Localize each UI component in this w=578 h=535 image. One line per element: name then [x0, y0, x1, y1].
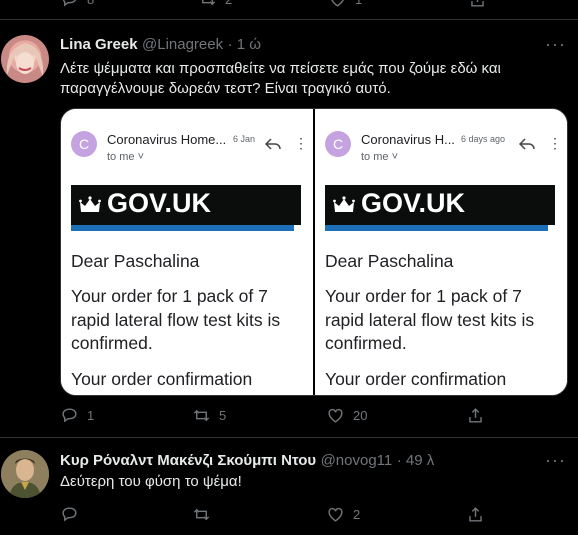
retweet-icon [193, 409, 210, 422]
tweet-text-line: Λέτε ψέμματα και προσπαθείτε να πείσετε … [60, 60, 501, 77]
share-icon [469, 507, 482, 522]
crown-logo [333, 196, 355, 212]
avatar[interactable] [1, 35, 49, 83]
email-date: 6 days ago [461, 134, 506, 144]
email-greeting: Dear Paschalina [71, 251, 200, 271]
divider [0, 19, 578, 20]
retweet-icon [202, 0, 216, 6]
share-icon [471, 0, 484, 7]
retweet-button[interactable] [192, 505, 211, 524]
retweet-count: 5 [219, 408, 227, 423]
reply-button[interactable]: 1 [60, 406, 94, 425]
divider [0, 437, 578, 438]
timestamp[interactable]: · 49 λ [397, 452, 435, 469]
reply-button[interactable] [60, 505, 79, 524]
reply-count: 8 [87, 0, 94, 7]
banner-stripe [71, 225, 294, 231]
email-screenshot-2[interactable]: C Coronavirus H... 6 days ago to me ˅ ⋮ … [315, 109, 567, 395]
email-footer: Your order confirmation [325, 369, 507, 389]
avatar-image [6, 43, 44, 77]
email-reply-icon [265, 138, 281, 150]
like-button[interactable]: 20 [326, 406, 367, 425]
tweet-actions: 1 5 20 [58, 406, 518, 430]
top-tweet-actions: 8 2 1 [58, 0, 518, 14]
email-recipient: to me ˅ [361, 151, 398, 163]
heart-icon [331, 0, 344, 7]
tweet-text-line: παραγγέλνουμε δωρεάν τεστ? Είναι τραγικό… [60, 80, 391, 97]
heart-icon [328, 507, 343, 522]
email-screenshot-1[interactable]: C Coronavirus Home... 6 Jan to me ˅ ⋮ GO… [61, 109, 313, 395]
like-button[interactable]: 2 [326, 505, 360, 524]
email-message: Your order for 1 pack of 7 rapid lateral… [71, 286, 281, 353]
crown-logo [79, 196, 101, 212]
avatar-image [1, 450, 49, 498]
sender-avatar: C [325, 131, 351, 157]
gov-uk-banner: GOV.UK [71, 185, 301, 231]
email-more-icon: ⋮ [548, 135, 562, 151]
reply-icon [62, 408, 77, 423]
like-button[interactable]: 1 [328, 0, 362, 9]
gov-uk-title: GOV.UK [107, 188, 212, 218]
retweet-count: 2 [225, 0, 232, 7]
reply-icon [62, 0, 77, 7]
timestamp[interactable]: · 1 ώ [228, 36, 261, 53]
tweet-text: Λέτε ψέμματα και προσπαθείτε να πείσετε … [60, 59, 560, 99]
more-options-button[interactable]: ··· [545, 450, 566, 471]
email-sender: Coronavirus H... [361, 132, 455, 147]
email-date: 6 Jan [233, 134, 256, 144]
gov-uk-banner: GOV.UK [325, 185, 555, 231]
reply-button[interactable]: 8 [60, 0, 94, 9]
handle[interactable]: @novog11 [321, 452, 393, 469]
like-count: 20 [353, 408, 368, 423]
gov-uk-title: GOV.UK [361, 188, 466, 218]
tweet-text: Δεύτερη του φύση το ψέμα! [60, 473, 242, 490]
email-greeting: Dear Paschalina [325, 251, 454, 271]
share-button[interactable] [466, 505, 485, 524]
avatar[interactable] [1, 450, 49, 498]
email-message: Your order for 1 pack of 7 rapid lateral… [325, 286, 535, 353]
like-count: 1 [355, 0, 362, 7]
retweet-button[interactable]: 2 [198, 0, 232, 9]
retweet-icon [193, 508, 210, 521]
banner-stripe [325, 225, 548, 231]
display-name[interactable]: Lina Greek [60, 36, 138, 53]
share-button[interactable] [466, 406, 485, 425]
retweet-button[interactable]: 5 [192, 406, 226, 425]
email-sender: Coronavirus Home... [107, 132, 227, 147]
tweet-header: Lina Greek @Linagreek · 1 ώ [60, 36, 261, 54]
email-recipient: to me ˅ [107, 151, 144, 163]
tweet-actions: 2 [58, 505, 518, 529]
sender-avatar: C [71, 131, 97, 157]
share-button[interactable] [468, 0, 487, 9]
email-reply-icon [519, 138, 535, 150]
handle[interactable]: @Linagreek [142, 36, 223, 53]
email-footer: Your order confirmation [71, 369, 253, 389]
tweet-media[interactable]: C Coronavirus Home... 6 Jan to me ˅ ⋮ GO… [60, 108, 568, 396]
more-options-button[interactable]: ··· [545, 34, 566, 55]
like-count: 2 [353, 507, 361, 522]
tweet-header: Κυρ Ρόναλντ Μακένζι Σκούμπι Ντου @novog1… [60, 452, 434, 470]
reply-icon [62, 507, 77, 522]
display-name[interactable]: Κυρ Ρόναλντ Μακένζι Σκούμπι Ντου [60, 452, 316, 469]
heart-icon [328, 408, 343, 423]
share-icon [469, 408, 482, 423]
reply-count: 1 [87, 408, 95, 423]
email-more-icon: ⋮ [294, 135, 308, 151]
